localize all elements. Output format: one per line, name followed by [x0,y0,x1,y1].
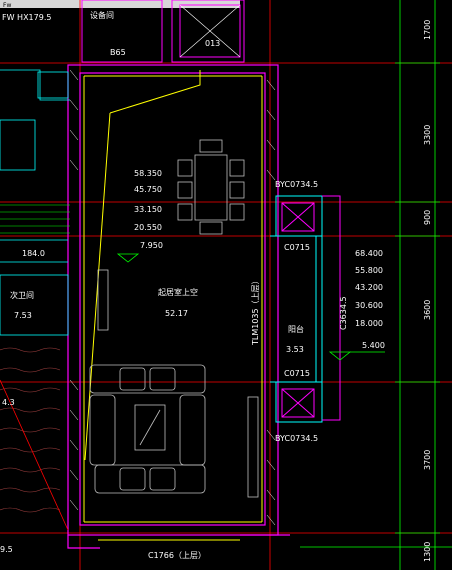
level-4: 20.550 [134,223,162,232]
window-side-tag: C3634.5 [339,296,348,330]
dining-table [177,139,245,235]
tv-unit [247,396,259,498]
sofa-set [89,364,206,494]
level-marker [116,253,140,263]
top-structures [81,0,245,63]
balcony-boxes [281,195,341,421]
left-bottom-label-2: 4.3 [2,398,15,407]
vertical-label: TLM1035（上层） [251,276,260,346]
corridor-label: 设备间 [90,10,114,20]
dim-1: 1700 [423,20,432,40]
window-bottom-tag: BYC0734.5 [275,434,318,443]
fireplace [97,269,109,331]
level-3: 33.150 [134,205,162,214]
shaft-cross [179,4,241,58]
right-level-1: 68.400 [355,249,383,258]
room-name: 起居室上空 [158,287,198,297]
dim-3: 900 [423,210,432,225]
left-bottom-label-1: 9.5 [0,545,13,554]
balcony-area: 3.53 [286,345,304,354]
level-2: 45.750 [134,185,162,194]
balcony-level: 5.400 [362,341,385,350]
stair-treads [0,204,70,234]
dim-6: 1300 [423,542,432,562]
dim-5: 3700 [423,450,432,470]
dim-2: 3300 [423,125,432,145]
bath-area: 7.53 [14,311,32,320]
top-left-text: FW HX179.5 [2,13,51,22]
level-5: 7.950 [140,241,163,250]
yellow-lines [83,70,263,541]
right-level-4: 30.600 [355,301,383,310]
balcony-name: 阳台 [288,324,304,334]
file-tab-label[interactable]: Fw [3,2,11,9]
bottom-window-label: C1766（上层） [148,551,206,560]
right-level-3: 43.200 [355,283,383,292]
window-c1: C0715 [284,243,310,252]
wood-floor-hatch [0,347,61,513]
dim-4: 3600 [423,300,432,320]
level-1: 58.350 [134,169,162,178]
window-top-tag: BYC0734.5 [275,180,318,189]
right-level-5: 18.000 [355,319,383,328]
window-c2: C0715 [284,369,310,378]
right-level-2: 55.800 [355,266,383,275]
stair-level: 184.0 [22,249,45,258]
file-tab-bar [0,0,240,8]
wall-hatch [69,69,276,526]
bath-name: 次卫间 [10,290,34,300]
room-area: 52.17 [165,309,188,318]
shaft-label: 013 [205,39,220,48]
cad-floor-plan: Fw 1700 3300 900 3600 3700 1300 013 设备间 … [0,0,452,570]
stair-label: B65 [110,48,126,57]
